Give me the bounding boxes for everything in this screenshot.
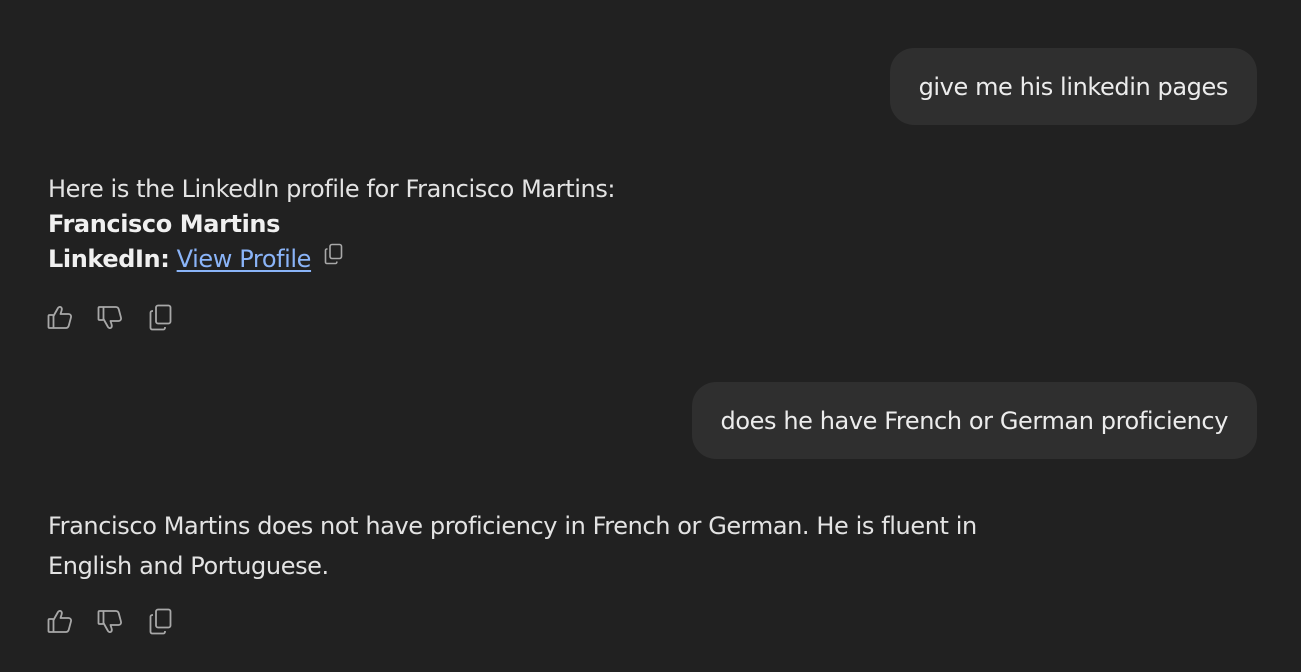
thumbs-down-icon[interactable] [97,608,124,635]
user-message: does he have French or German proficienc… [691,382,1257,459]
assistant-message: Here is the LinkedIn profile for Francis… [48,172,616,277]
message-actions [47,304,174,331]
message-actions [47,608,174,635]
copy-icon[interactable] [147,304,174,331]
thumbs-up-icon[interactable] [47,304,74,331]
chat-thread: give me his linkedin pages Here is the L… [0,0,1301,672]
linkedin-line: LinkedIn: View Profile [48,242,615,277]
assistant-message: Francisco Martins does not have proficie… [48,512,977,580]
copy-icon[interactable] [147,608,174,635]
linkedin-label: LinkedIn: [48,245,170,273]
thumbs-up-icon[interactable] [47,608,74,635]
copy-link-icon[interactable] [324,240,344,275]
thumbs-down-icon[interactable] [97,304,124,331]
view-profile-link[interactable]: View Profile [177,245,312,273]
assistant-intro-text: Here is the LinkedIn profile for Francis… [48,175,616,203]
user-message: give me his linkedin pages [889,48,1257,125]
profile-name: Francisco Martins [48,210,280,238]
